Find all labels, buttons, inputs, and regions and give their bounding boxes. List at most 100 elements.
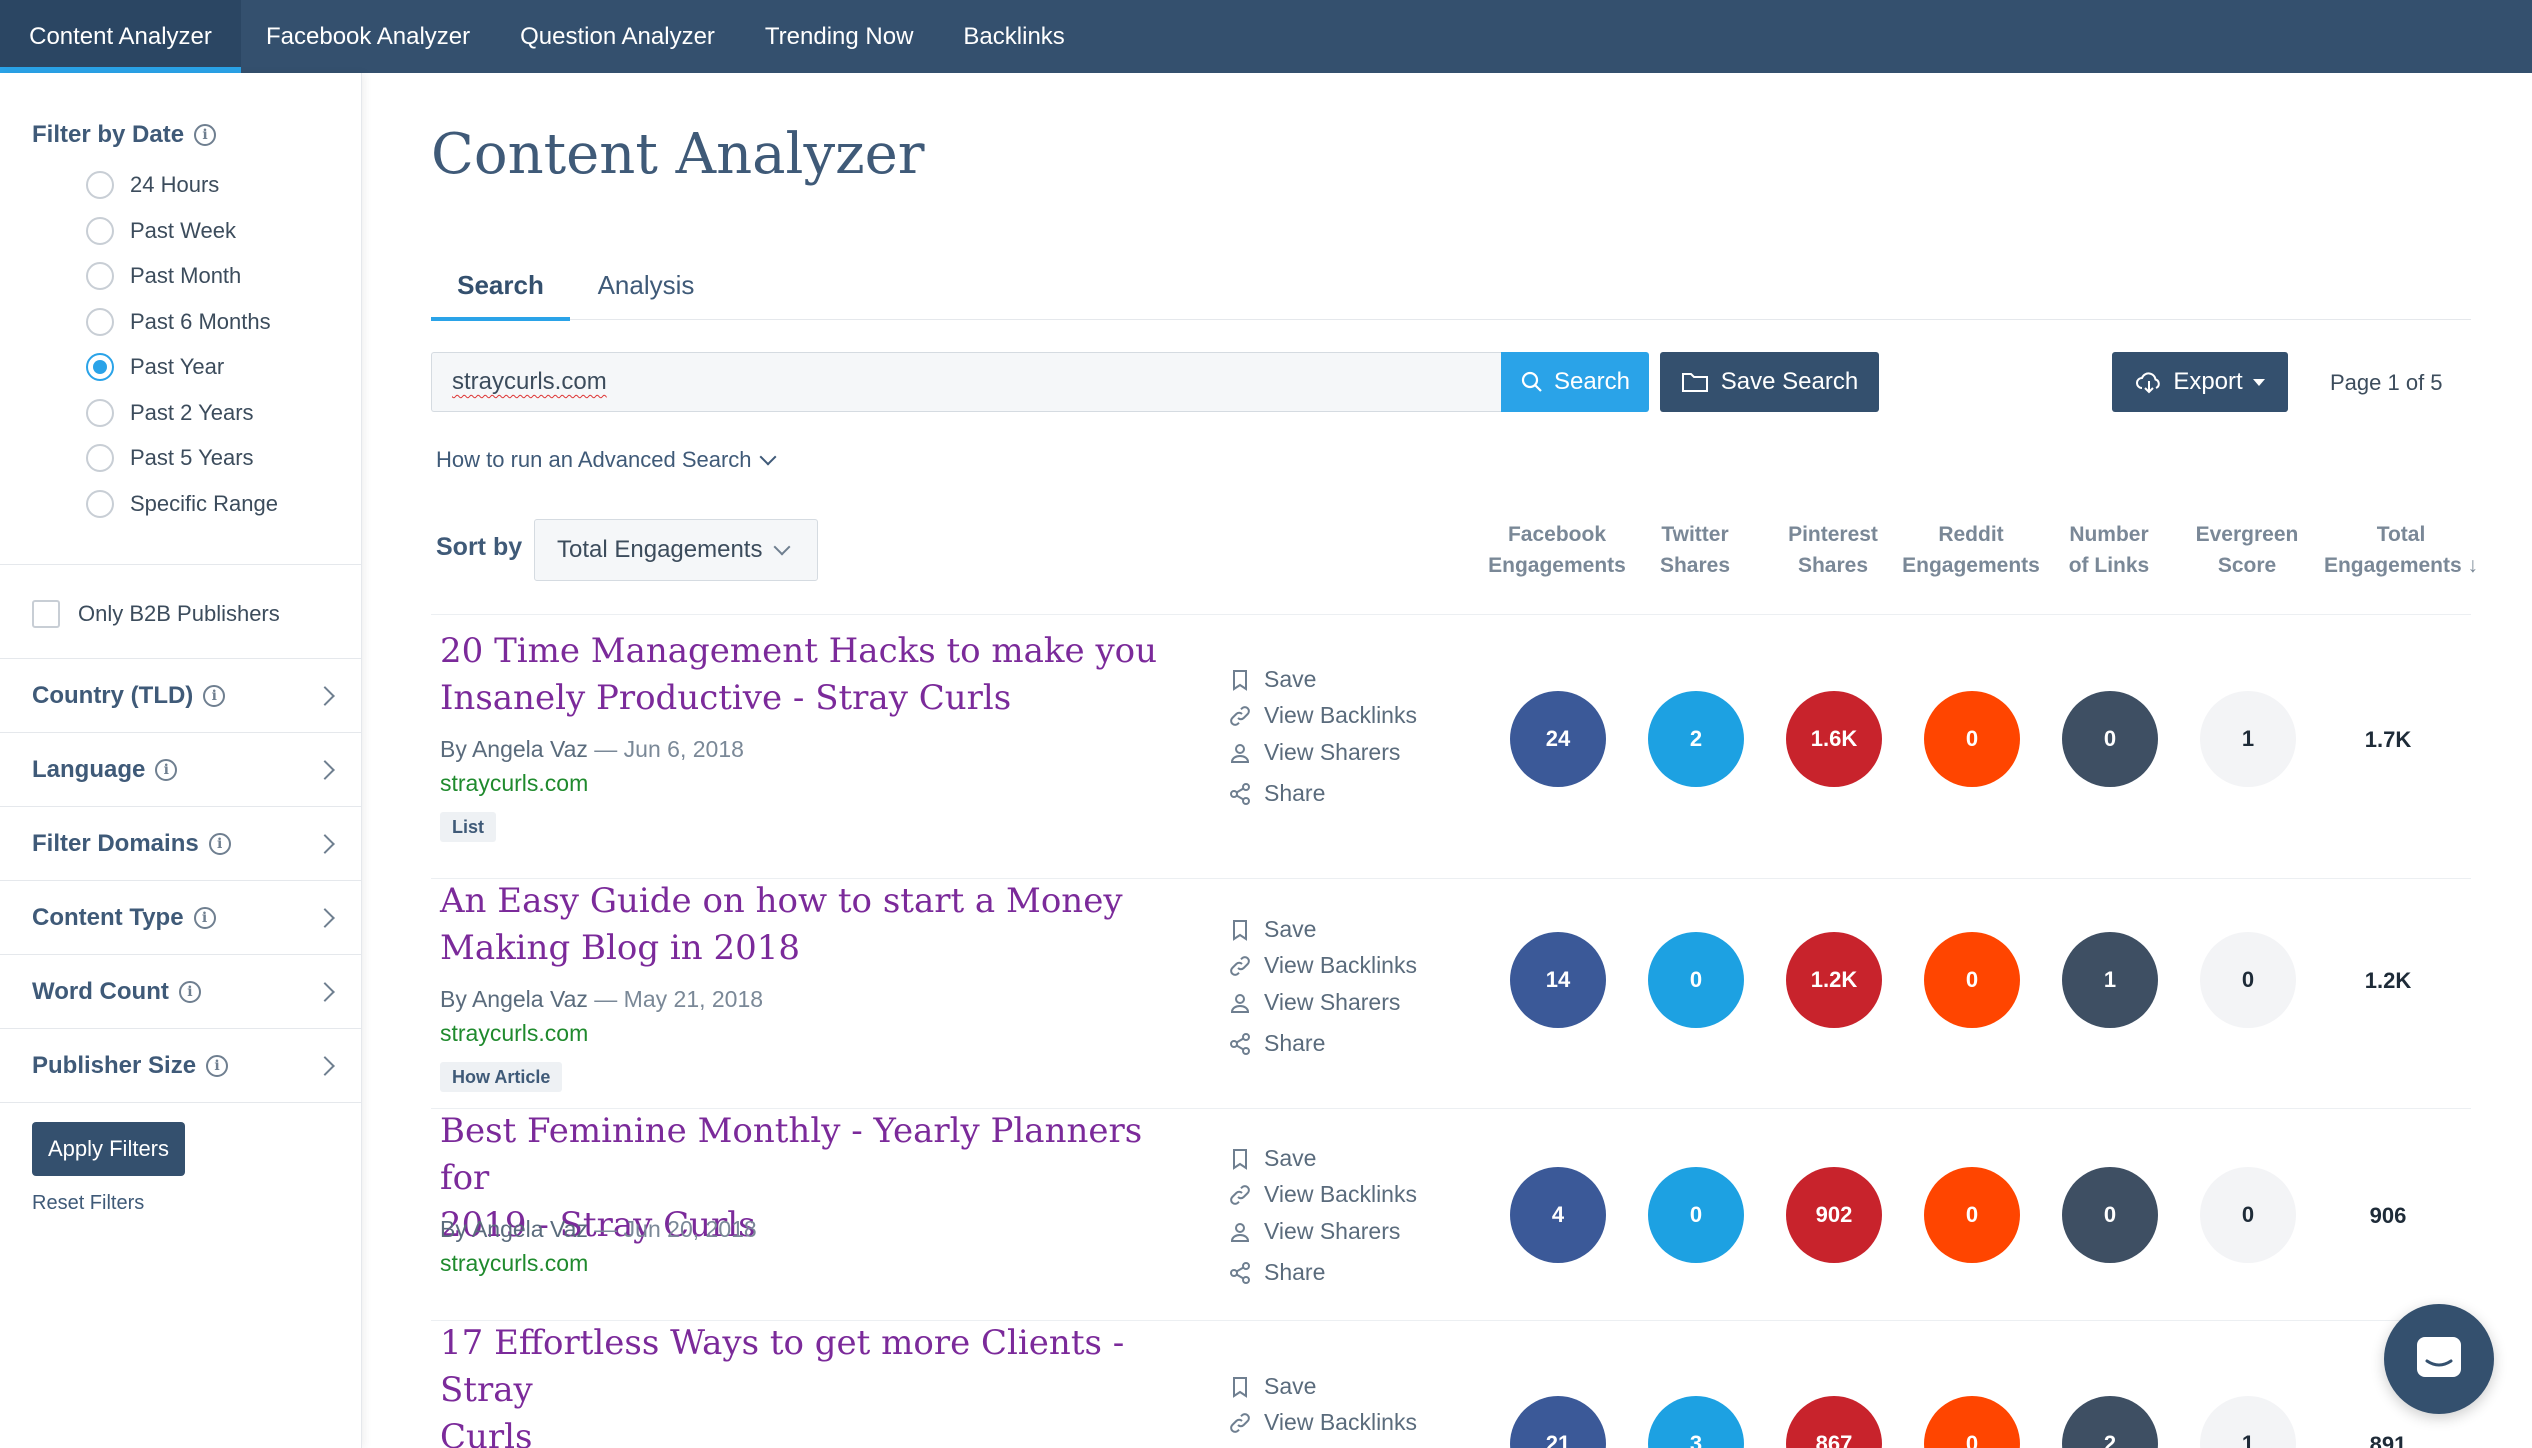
filter-label: Content Type	[32, 903, 184, 931]
radio-button[interactable]	[86, 262, 114, 290]
filter-country-tld[interactable]: Country (TLD) i	[0, 659, 362, 733]
column-pinterest-shares[interactable]: Pinterest Shares	[1763, 519, 1903, 581]
article-domain[interactable]: straycurls.com	[440, 1250, 588, 1277]
column-total-engagements[interactable]: Total Engagements ↓	[2321, 519, 2481, 581]
filter-domains[interactable]: Filter Domains i	[0, 807, 362, 881]
column-label: Number	[2069, 523, 2149, 546]
share-action[interactable]: Share	[1228, 1259, 1325, 1286]
article-title[interactable]: An Easy Guide on how to start a Money Ma…	[440, 878, 1160, 972]
nav-question-analyzer[interactable]: Question Analyzer	[495, 0, 740, 73]
nav-trending-now[interactable]: Trending Now	[740, 0, 939, 73]
radio-button-selected[interactable]	[86, 353, 114, 381]
info-icon[interactable]: i	[155, 758, 178, 781]
share-icon	[1228, 782, 1252, 806]
advanced-search-toggle[interactable]: How to run an Advanced Search	[436, 447, 777, 473]
filter-by-date-heading: Filter by Date i	[32, 121, 217, 149]
radio-button[interactable]	[86, 444, 114, 472]
save-action[interactable]: Save	[1228, 1145, 1316, 1172]
save-search-button[interactable]: Save Search	[1660, 352, 1879, 412]
info-icon[interactable]: i	[193, 906, 216, 929]
article-title[interactable]: 17 Effortless Ways to get more Clients -…	[440, 1320, 1160, 1448]
column-number-of-links[interactable]: Number of Links	[2039, 519, 2179, 581]
chevron-right-icon	[315, 685, 335, 706]
info-icon[interactable]: i	[203, 684, 226, 707]
nav-facebook-analyzer[interactable]: Facebook Analyzer	[241, 0, 495, 73]
link-icon	[1228, 704, 1252, 728]
date-option-past-week[interactable]: Past Week	[86, 217, 236, 245]
search-input[interactable]: straycurls.com	[431, 352, 1501, 412]
page-title: Content Analyzer	[431, 122, 925, 187]
date-option-label: Past 5 Years	[130, 445, 254, 470]
radio-button[interactable]	[86, 399, 114, 427]
info-icon[interactable]: i	[178, 980, 201, 1003]
filter-label: Publisher Size	[32, 1051, 197, 1079]
column-twitter-shares[interactable]: Twitter Shares	[1625, 519, 1765, 581]
tab-analysis[interactable]: Analysis	[581, 250, 711, 320]
b2b-checkbox[interactable]	[32, 600, 60, 628]
apply-filters-button[interactable]: Apply Filters	[32, 1122, 185, 1176]
article-author[interactable]: By Angela Vaz	[440, 736, 588, 762]
date-option-past-5-years[interactable]: Past 5 Years	[86, 444, 254, 472]
metric-evergreen: 1	[2200, 1396, 2296, 1448]
article-date: — May 21, 2018	[594, 986, 764, 1012]
view-backlinks-action[interactable]: View Backlinks	[1228, 952, 1417, 979]
view-backlinks-action[interactable]: View Backlinks	[1228, 702, 1417, 729]
date-option-past-2-years[interactable]: Past 2 Years	[86, 399, 254, 427]
info-icon[interactable]: i	[208, 832, 231, 855]
date-option-specific-range[interactable]: Specific Range	[86, 490, 278, 518]
metric-reddit: 0	[1924, 932, 2020, 1028]
search-icon	[1521, 371, 1542, 392]
filter-by-date-label: Filter by Date	[32, 121, 185, 148]
info-icon[interactable]: i	[206, 1054, 229, 1077]
sort-select[interactable]: Total Engagements	[534, 519, 818, 581]
top-nav: Content Analyzer Facebook Analyzer Quest…	[0, 0, 2532, 73]
date-option-past-6-months[interactable]: Past 6 Months	[86, 308, 271, 336]
date-option-past-month[interactable]: Past Month	[86, 262, 241, 290]
nav-content-analyzer[interactable]: Content Analyzer	[0, 0, 241, 73]
date-option-past-year[interactable]: Past Year	[86, 353, 224, 381]
metric-evergreen: 0	[2200, 1167, 2296, 1263]
article-title[interactable]: 20 Time Management Hacks to make you Ins…	[440, 628, 1160, 722]
save-action[interactable]: Save	[1228, 666, 1316, 693]
radio-button[interactable]	[86, 217, 114, 245]
article-author[interactable]: By Angela Vaz	[440, 1216, 588, 1242]
column-facebook-engagements[interactable]: Facebook Engagements	[1487, 519, 1627, 581]
info-icon[interactable]: i	[194, 124, 217, 146]
export-button[interactable]: Export	[2112, 352, 2288, 412]
article-domain[interactable]: straycurls.com	[440, 770, 588, 797]
share-action[interactable]: Share	[1228, 1030, 1325, 1057]
view-sharers-action[interactable]: View Sharers	[1228, 1218, 1400, 1245]
action-label: View Backlinks	[1264, 952, 1417, 978]
radio-button[interactable]	[86, 171, 114, 199]
view-backlinks-action[interactable]: View Backlinks	[1228, 1181, 1417, 1208]
filter-publisher-size[interactable]: Publisher Size i	[0, 1029, 362, 1103]
reset-filters-link[interactable]: Reset Filters	[32, 1192, 144, 1215]
link-icon	[1228, 954, 1252, 978]
view-sharers-action[interactable]: View Sharers	[1228, 739, 1400, 766]
filter-content-type[interactable]: Content Type i	[0, 881, 362, 955]
save-action[interactable]: Save	[1228, 916, 1316, 943]
tab-search[interactable]: Search	[431, 250, 570, 321]
save-action[interactable]: Save	[1228, 1373, 1316, 1400]
view-backlinks-action[interactable]: View Backlinks	[1228, 1409, 1417, 1436]
article-domain[interactable]: straycurls.com	[440, 1020, 588, 1047]
column-label: Score	[2217, 554, 2277, 577]
article-author[interactable]: By Angela Vaz	[440, 986, 588, 1012]
column-reddit-engagements[interactable]: Reddit Engagements	[1901, 519, 2041, 581]
radio-button[interactable]	[86, 308, 114, 336]
column-label: Shares	[1797, 554, 1869, 577]
column-evergreen-score[interactable]: Evergreen Score	[2177, 519, 2317, 581]
chat-widget-button[interactable]	[2384, 1304, 2494, 1414]
filter-word-count[interactable]: Word Count i	[0, 955, 362, 1029]
search-input-value: straycurls.com	[452, 368, 607, 395]
filter-language[interactable]: Language i	[0, 733, 362, 807]
search-button[interactable]: Search	[1501, 352, 1649, 412]
date-option-24-hours[interactable]: 24 Hours	[86, 171, 219, 199]
b2b-publishers-option[interactable]: Only B2B Publishers	[32, 600, 280, 628]
view-sharers-action[interactable]: View Sharers	[1228, 989, 1400, 1016]
column-label: Shares	[1659, 554, 1731, 577]
metric-links: 2	[2062, 1396, 2158, 1448]
radio-button[interactable]	[86, 490, 114, 518]
share-action[interactable]: Share	[1228, 780, 1325, 807]
nav-backlinks[interactable]: Backlinks	[938, 0, 1089, 73]
